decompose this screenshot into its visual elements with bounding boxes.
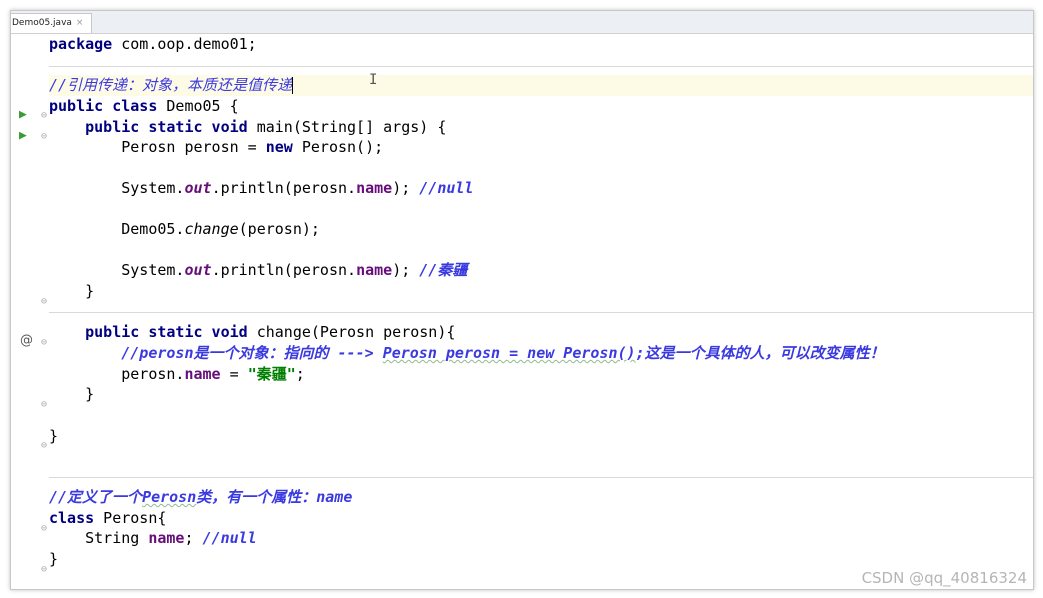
run-class-icon[interactable]: ▶ [19,108,27,121]
run-main-icon[interactable]: ▶ [19,129,27,142]
code-line: package com.oop.demo01; [49,35,257,53]
fold-icon[interactable]: ⊖ [41,337,47,349]
code-line: Perosn perosn = new Perosn(); [121,138,384,156]
code-line-current: //引用传递：对象，本质还是值传递 [49,75,1033,96]
code-line: public class Demo05 { [49,97,239,115]
code-line: } [49,427,59,445]
class-separator [49,477,1033,478]
code-line: Demo05.change(perosn); [121,220,320,238]
ide-window: Demo05.java × ▶ ⊖ ▶ ⊖ ⊖ @ ⊖ ⊖ ⊖ ⊖ ⊖ pack… [10,10,1034,590]
code-line: System.out.println(perosn.name); //null [121,179,474,197]
code-editor[interactable]: package com.oop.demo01; //引用传递：对象，本质还是值传… [49,34,1033,589]
fold-icon[interactable]: ⊖ [41,296,47,308]
editor-gutter: ▶ ⊖ ▶ ⊖ ⊖ @ ⊖ ⊖ ⊖ ⊖ ⊖ [11,34,49,589]
code-line: System.out.println(perosn.name); //秦疆 [121,261,468,279]
method-separator [49,66,1033,67]
code-line: } [49,550,59,568]
fold-icon[interactable]: ⊖ [41,523,47,535]
tab-demo05-java[interactable]: Demo05.java × [11,13,93,33]
code-line: public static void main(String[] args) { [85,118,447,136]
fold-icon[interactable]: ⊖ [41,440,47,452]
fold-icon[interactable]: ⊖ [41,131,47,143]
code-line: //perosn是一个对象：指向的 ---> Perosn perosn = n… [121,344,885,362]
fold-icon[interactable]: ⊖ [41,564,47,576]
code-line: public static void change(Perosn perosn)… [85,323,456,341]
code-line: //定义了一个Perosn类，有一个属性：name [49,488,353,506]
override-icon[interactable]: @ [20,334,33,347]
close-icon[interactable]: × [76,14,84,33]
mouse-ibeam-cursor-icon: I [369,72,378,88]
watermark: CSDN @qq_40816324 [861,569,1027,587]
text-caret [292,77,294,94]
code-line: String name; //null [85,529,257,547]
code-line: } [85,282,95,300]
tab-label: Demo05.java [12,18,72,28]
fold-icon[interactable]: ⊖ [41,399,47,411]
code-line: } [85,385,95,403]
code-line: perosn.name = "秦疆"; [121,365,305,383]
code-line: class Perosn{ [49,509,167,527]
fold-icon[interactable]: ⊖ [41,110,47,122]
method-separator [49,312,1033,313]
editor-tab-bar: Demo05.java × [11,11,1033,34]
